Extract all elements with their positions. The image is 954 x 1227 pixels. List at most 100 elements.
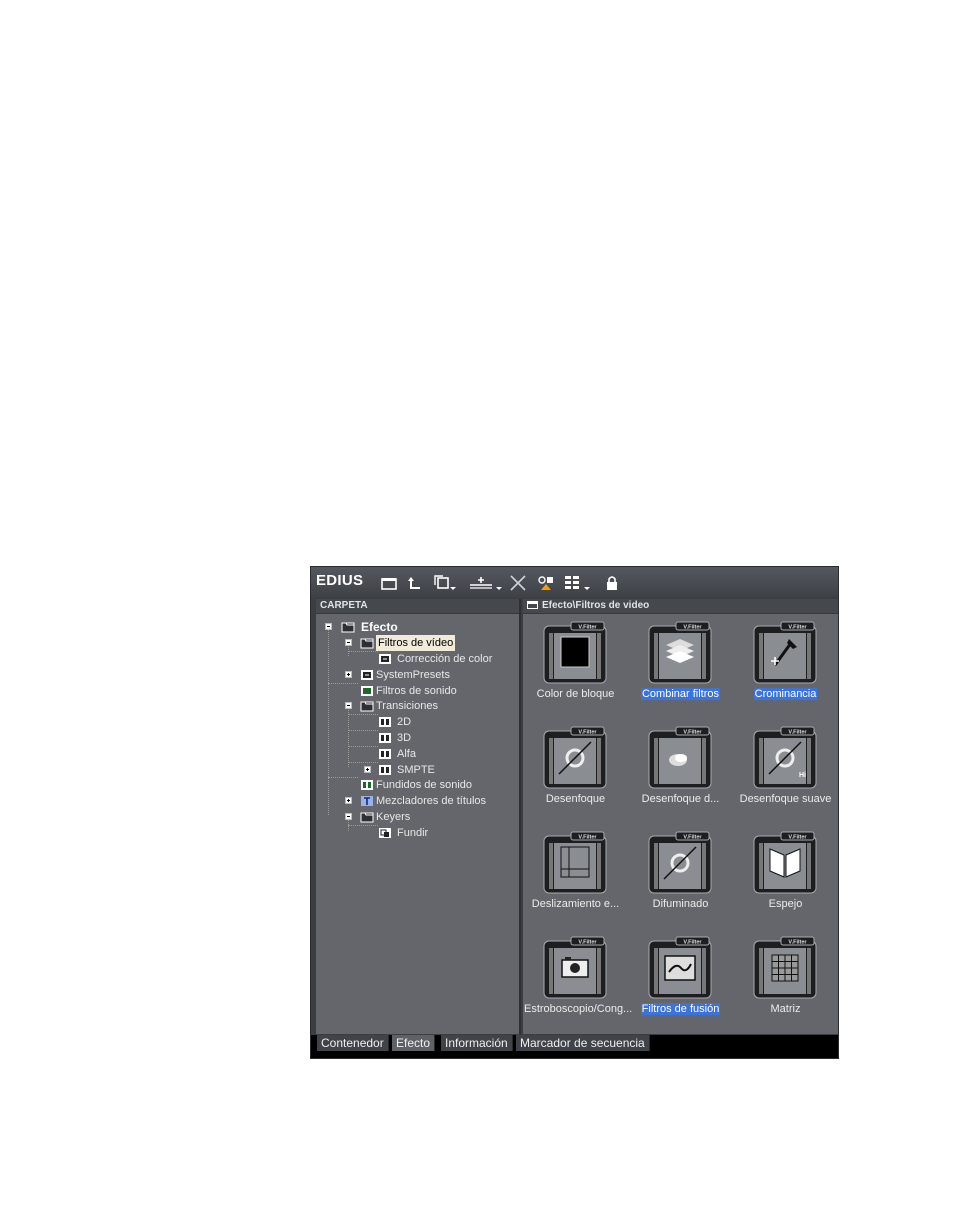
effect-label: Desenfoque xyxy=(545,793,606,805)
add-dropdown-icon[interactable] xyxy=(468,574,504,592)
effect-label: Espejo xyxy=(768,898,803,910)
svg-text:V.Filter: V.Filter xyxy=(683,940,702,946)
effects-panel-header: Efecto\Filtros de video xyxy=(523,599,838,614)
video-filter-icon: V.Filter xyxy=(753,936,817,1000)
transition-icon xyxy=(378,748,392,760)
tree-label: Fundir xyxy=(397,827,429,839)
effect-tile[interactable]: V.Filter Deslizamiento e... xyxy=(523,827,628,927)
effect-label: Desenfoque d... xyxy=(641,793,720,805)
svg-text:V.Filter: V.Filter xyxy=(578,730,597,736)
collapse-toggle[interactable] xyxy=(345,702,352,709)
svg-text:Hi: Hi xyxy=(799,772,806,779)
effect-tile[interactable]: V.Filter Combinar filtros xyxy=(628,617,733,717)
effect-label: Color de bloque xyxy=(536,688,615,700)
effect-tile[interactable]: V.Filter Desenfoque d... xyxy=(628,722,733,822)
tab-marcador-de-secuencia[interactable]: Marcador de secuencia xyxy=(516,1035,650,1051)
svg-text:V.Filter: V.Filter xyxy=(788,835,807,841)
properties-icon[interactable] xyxy=(537,574,555,592)
tree-label: Filtros de vídeo xyxy=(376,635,456,651)
tree-label: Efecto xyxy=(361,620,398,634)
effect-tile[interactable]: V.Filter Hi Desenfoque suave xyxy=(733,722,838,822)
svg-text:V.Filter: V.Filter xyxy=(788,940,807,946)
expand-toggle[interactable] xyxy=(345,797,352,804)
up-folder-icon[interactable] xyxy=(406,574,424,592)
svg-text:V.Filter: V.Filter xyxy=(683,730,702,736)
filter-icon xyxy=(360,669,374,681)
svg-text:V.Filter: V.Filter xyxy=(683,835,702,841)
expand-toggle[interactable] xyxy=(364,766,371,773)
effect-tile[interactable]: V.Filter Desenfoque xyxy=(523,722,628,822)
svg-text:V.Filter: V.Filter xyxy=(788,730,807,736)
new-folder-icon[interactable] xyxy=(380,574,398,592)
tab-contenedor[interactable]: Contenedor xyxy=(317,1035,389,1051)
delete-icon[interactable] xyxy=(509,574,527,592)
effect-label: Matriz xyxy=(770,1003,801,1015)
audio-transition-icon xyxy=(360,779,374,791)
tree-label: Corrección de color xyxy=(397,653,493,665)
tree-label: Transiciones xyxy=(376,700,438,712)
video-filter-icon: V.Filter xyxy=(648,831,712,895)
copy-dropdown-icon[interactable] xyxy=(431,574,457,592)
open-folder-icon xyxy=(360,637,374,649)
tree-label: SMPTE xyxy=(397,764,435,776)
tree-label: Fundidos de sonido xyxy=(376,779,473,791)
transition-icon xyxy=(378,716,392,728)
video-filter-icon: V.Filter xyxy=(753,831,817,895)
collapse-toggle[interactable] xyxy=(345,639,352,646)
tab-efecto[interactable]: Efecto xyxy=(392,1035,436,1051)
effect-tile[interactable]: V.Filter Espejo xyxy=(733,827,838,927)
effect-tile[interactable]: V.Filter Difuminado xyxy=(628,827,733,927)
palette-tabs: Contenedor Efecto Información Marcador d… xyxy=(311,1035,838,1058)
audio-filter-icon xyxy=(360,685,374,697)
effect-label: Deslizamiento e... xyxy=(531,898,620,910)
view-mode-dropdown-icon[interactable] xyxy=(563,574,593,592)
folder-panel-header: CARPETA xyxy=(316,599,519,614)
effect-label: Desenfoque suave xyxy=(739,793,832,805)
effect-tile[interactable]: V.Filter Crominancia xyxy=(733,617,838,717)
svg-text:V.Filter: V.Filter xyxy=(683,625,702,631)
tree-label: Filtros de sonido xyxy=(376,685,457,697)
svg-text:V.Filter: V.Filter xyxy=(578,835,597,841)
keyer-icon xyxy=(378,827,392,839)
tab-informacion[interactable]: Información xyxy=(441,1035,513,1051)
video-filter-icon: V.Filter xyxy=(648,726,712,790)
expand-toggle[interactable] xyxy=(345,671,352,678)
effects-palette-window: EDIUS CARPETA Efecto Filtros de vídeo Co… xyxy=(310,566,839,1059)
video-filter-icon: V.Filter xyxy=(648,621,712,685)
open-folder-icon xyxy=(360,700,374,712)
effect-label: Filtros de fusión xyxy=(640,1003,721,1015)
folder-panel: CARPETA Efecto Filtros de vídeo Correcci… xyxy=(316,599,521,1034)
transition-icon xyxy=(378,764,392,776)
filter-icon xyxy=(378,653,392,665)
video-filter-icon: V.Filter xyxy=(543,621,607,685)
collapse-toggle[interactable] xyxy=(325,623,332,630)
video-filter-icon: V.Filter xyxy=(753,621,817,685)
effect-label: Crominancia xyxy=(753,688,818,700)
video-filter-icon: V.Filter xyxy=(543,831,607,895)
video-filter-icon: V.Filter xyxy=(648,936,712,1000)
transition-icon xyxy=(378,732,392,744)
video-filter-icon: V.Filter Hi xyxy=(753,726,817,790)
folder-icon xyxy=(527,601,538,609)
video-filter-icon: V.Filter xyxy=(543,936,607,1000)
video-filter-icon: V.Filter xyxy=(543,726,607,790)
open-folder-icon xyxy=(360,811,374,823)
effects-path: Efecto\Filtros de video xyxy=(542,600,650,611)
effect-tile[interactable]: V.Filter Matriz xyxy=(733,932,838,1032)
toolbar: EDIUS xyxy=(311,567,838,598)
effect-tile[interactable]: V.Filter Filtros de fusión xyxy=(628,932,733,1032)
collapse-toggle[interactable] xyxy=(345,813,352,820)
tree-label: Mezcladores de títulos xyxy=(376,795,487,807)
lock-icon[interactable] xyxy=(603,574,621,592)
app-title: EDIUS xyxy=(316,572,364,589)
effect-tile[interactable]: V.Filter Estroboscopio/Cong... xyxy=(523,932,633,1032)
tree-label: SystemPresets xyxy=(376,669,450,681)
tree-label: Keyers xyxy=(376,811,411,823)
effect-label: Estroboscopio/Cong... xyxy=(524,1003,633,1015)
title-mixer-icon xyxy=(360,795,374,807)
effect-tile[interactable]: V.Filter Color de bloque xyxy=(523,617,628,717)
effect-label: Difuminado xyxy=(652,898,709,910)
open-folder-icon xyxy=(341,621,355,633)
tree-label: Alfa xyxy=(397,748,416,760)
svg-text:V.Filter: V.Filter xyxy=(788,625,807,631)
